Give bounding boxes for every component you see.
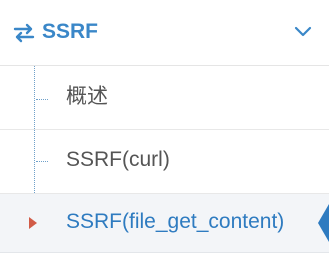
submenu-item-label: 概述 [66, 85, 108, 108]
tree-branch [36, 161, 48, 162]
tree-branch [36, 99, 48, 100]
active-indicator-notch [318, 204, 329, 242]
menu-group-ssrf[interactable]: SSRF [0, 0, 329, 66]
caret-right-icon [29, 217, 37, 229]
submenu-item-ssrf-file-get-content[interactable]: SSRF(file_get_content) [0, 194, 329, 253]
chevron-down-icon[interactable] [292, 25, 314, 39]
submenu-item-ssrf-curl[interactable]: SSRF(curl) [0, 130, 329, 194]
swap-arrows-icon [13, 23, 35, 43]
submenu-item-overview[interactable]: 概述 [0, 66, 329, 130]
submenu-item-label: SSRF(file_get_content) [66, 210, 285, 233]
submenu-item-label: SSRF(curl) [66, 148, 170, 171]
menu-bottom-edge [0, 254, 329, 261]
sidebar-menu: SSRF 概述 SSRF(curl) SSRF(file_get_content… [0, 0, 329, 261]
menu-group-title: SSRF [42, 20, 99, 43]
